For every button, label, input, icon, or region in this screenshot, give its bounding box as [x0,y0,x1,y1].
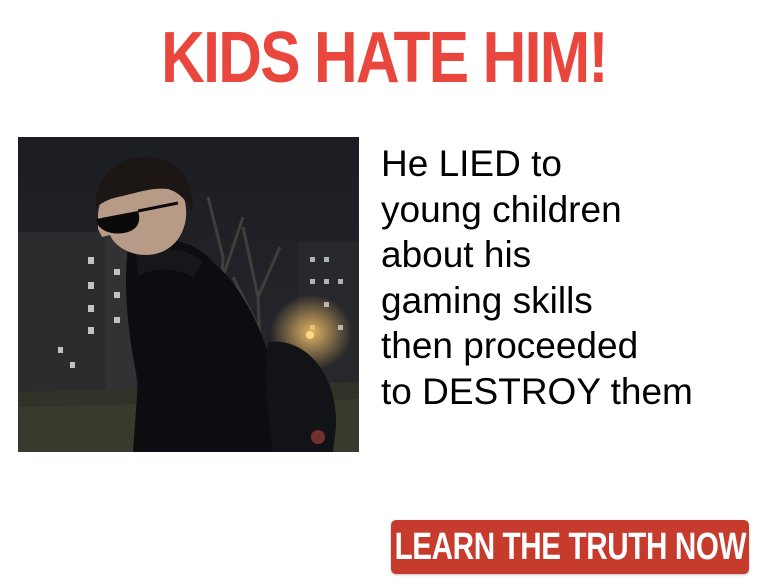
ad-headline: KIDS HATE HIM! [161,18,608,98]
story-line: young children [381,188,622,230]
cta-label: LEARN THE TRUTH NOW [394,525,746,568]
story-line: about his [381,234,532,275]
ad-photo[interactable] [18,137,359,452]
learn-the-truth-button[interactable]: LEARN THE TRUTH NOW [391,520,749,574]
story-line: gaming skills [381,279,593,321]
story-line: then proceeded [381,325,639,366]
ad-story-text: He LIED to young children about his gami… [381,141,766,414]
night-portrait-image [18,137,359,452]
story-line: He LIED to [381,143,562,184]
story-line: to DESTROY them [381,370,693,412]
